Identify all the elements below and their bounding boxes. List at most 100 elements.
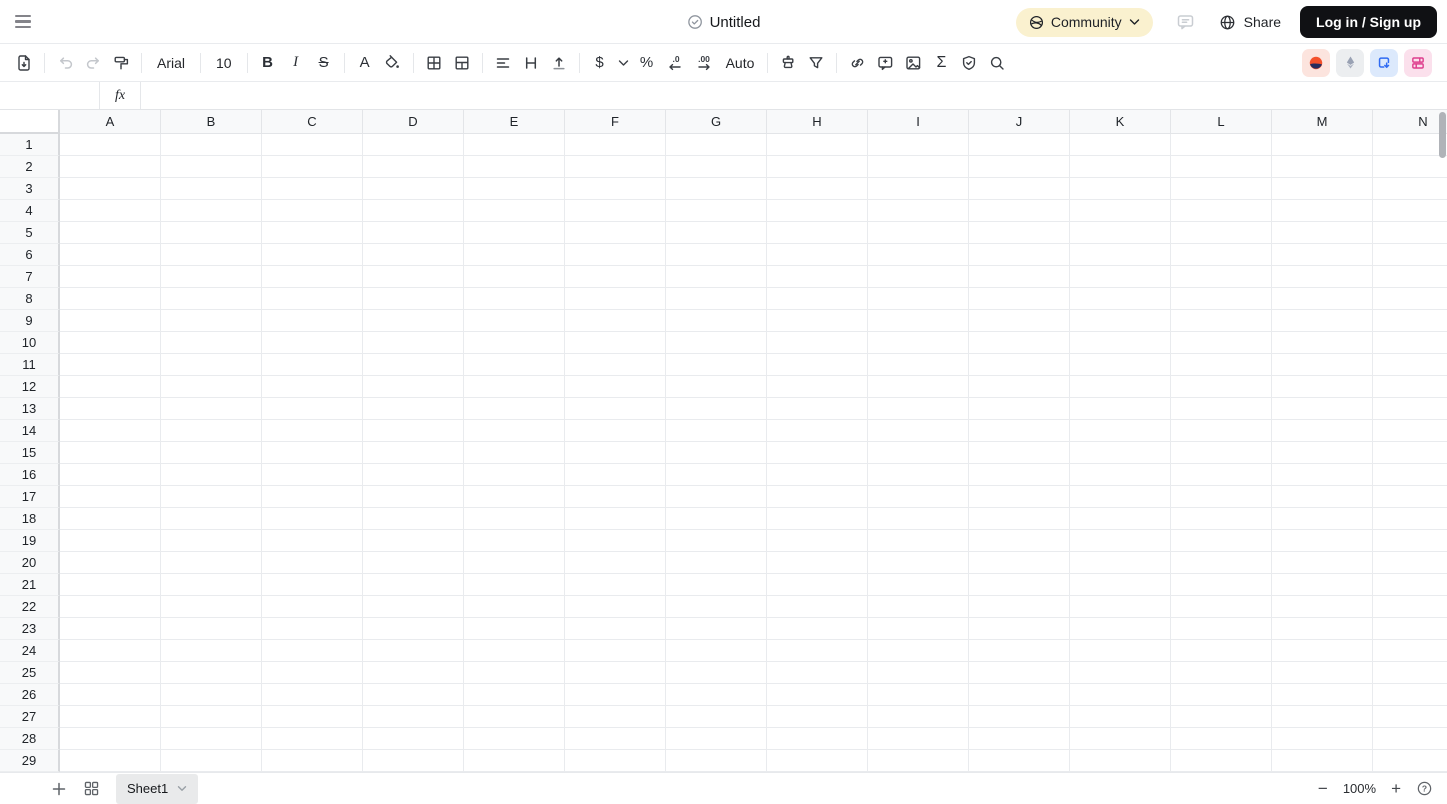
cell-C19[interactable] xyxy=(262,530,363,552)
sheet-menu-chevron-icon[interactable] xyxy=(177,785,187,792)
decrease-decimal-icon[interactable]: .0 xyxy=(661,50,689,76)
ethereum-plugin-button[interactable] xyxy=(1336,48,1364,77)
cell-I25[interactable] xyxy=(868,662,969,684)
cell-C12[interactable] xyxy=(262,376,363,398)
cell-B15[interactable] xyxy=(161,442,262,464)
cell-A15[interactable] xyxy=(60,442,161,464)
formula-input[interactable] xyxy=(141,82,1447,109)
cell-A23[interactable] xyxy=(60,618,161,640)
cell-H3[interactable] xyxy=(767,178,868,200)
cell-H1[interactable] xyxy=(767,134,868,156)
cell-A9[interactable] xyxy=(60,310,161,332)
column-header-H[interactable]: H xyxy=(767,110,868,134)
row-header-29[interactable]: 29 xyxy=(0,750,60,772)
cell-H18[interactable] xyxy=(767,508,868,530)
fill-color-icon[interactable] xyxy=(379,50,407,76)
cell-F24[interactable] xyxy=(565,640,666,662)
row-header-21[interactable]: 21 xyxy=(0,574,60,596)
cell-E23[interactable] xyxy=(464,618,565,640)
cell-L29[interactable] xyxy=(1171,750,1272,772)
cell-M11[interactable] xyxy=(1272,354,1373,376)
cell-G14[interactable] xyxy=(666,420,767,442)
cell-F22[interactable] xyxy=(565,596,666,618)
cell-A11[interactable] xyxy=(60,354,161,376)
cell-G24[interactable] xyxy=(666,640,767,662)
row-header-28[interactable]: 28 xyxy=(0,728,60,750)
cell-J1[interactable] xyxy=(969,134,1070,156)
cell-J6[interactable] xyxy=(969,244,1070,266)
cell-E7[interactable] xyxy=(464,266,565,288)
cell-K5[interactable] xyxy=(1070,222,1171,244)
cell-G15[interactable] xyxy=(666,442,767,464)
cell-I7[interactable] xyxy=(868,266,969,288)
cell-L18[interactable] xyxy=(1171,508,1272,530)
cell-N3[interactable] xyxy=(1373,178,1447,200)
cell-I28[interactable] xyxy=(868,728,969,750)
cell-E17[interactable] xyxy=(464,486,565,508)
row-header-9[interactable]: 9 xyxy=(0,310,60,332)
cell-D26[interactable] xyxy=(363,684,464,706)
cell-F14[interactable] xyxy=(565,420,666,442)
cell-K29[interactable] xyxy=(1070,750,1171,772)
cell-A28[interactable] xyxy=(60,728,161,750)
column-header-J[interactable]: J xyxy=(969,110,1070,134)
all-sheets-icon[interactable] xyxy=(78,776,104,802)
cell-N9[interactable] xyxy=(1373,310,1447,332)
cell-I22[interactable] xyxy=(868,596,969,618)
page-title[interactable]: Untitled xyxy=(710,14,761,31)
cell-N2[interactable] xyxy=(1373,156,1447,178)
cell-G13[interactable] xyxy=(666,398,767,420)
cell-I6[interactable] xyxy=(868,244,969,266)
cell-N1[interactable] xyxy=(1373,134,1447,156)
cell-C13[interactable] xyxy=(262,398,363,420)
cell-I11[interactable] xyxy=(868,354,969,376)
cell-L4[interactable] xyxy=(1171,200,1272,222)
cell-B2[interactable] xyxy=(161,156,262,178)
cell-L11[interactable] xyxy=(1171,354,1272,376)
cell-J2[interactable] xyxy=(969,156,1070,178)
cell-G20[interactable] xyxy=(666,552,767,574)
column-header-F[interactable]: F xyxy=(565,110,666,134)
cell-E1[interactable] xyxy=(464,134,565,156)
cell-L7[interactable] xyxy=(1171,266,1272,288)
cell-M13[interactable] xyxy=(1272,398,1373,420)
cell-A18[interactable] xyxy=(60,508,161,530)
cell-E11[interactable] xyxy=(464,354,565,376)
cell-J13[interactable] xyxy=(969,398,1070,420)
cell-N29[interactable] xyxy=(1373,750,1447,772)
cell-L17[interactable] xyxy=(1171,486,1272,508)
cell-C3[interactable] xyxy=(262,178,363,200)
search-icon[interactable] xyxy=(983,50,1011,76)
row-header-23[interactable]: 23 xyxy=(0,618,60,640)
cell-L22[interactable] xyxy=(1171,596,1272,618)
cell-K17[interactable] xyxy=(1070,486,1171,508)
cell-B28[interactable] xyxy=(161,728,262,750)
cell-M5[interactable] xyxy=(1272,222,1373,244)
zoom-level[interactable]: 100% xyxy=(1343,781,1376,796)
cell-C8[interactable] xyxy=(262,288,363,310)
cell-C20[interactable] xyxy=(262,552,363,574)
cell-F17[interactable] xyxy=(565,486,666,508)
cell-M18[interactable] xyxy=(1272,508,1373,530)
cell-F25[interactable] xyxy=(565,662,666,684)
column-header-G[interactable]: G xyxy=(666,110,767,134)
cell-H7[interactable] xyxy=(767,266,868,288)
cell-E19[interactable] xyxy=(464,530,565,552)
cell-A16[interactable] xyxy=(60,464,161,486)
cell-C11[interactable] xyxy=(262,354,363,376)
cell-B1[interactable] xyxy=(161,134,262,156)
menu-icon[interactable] xyxy=(15,8,43,36)
cell-E22[interactable] xyxy=(464,596,565,618)
cell-C22[interactable] xyxy=(262,596,363,618)
cell-G22[interactable] xyxy=(666,596,767,618)
cell-L23[interactable] xyxy=(1171,618,1272,640)
cell-C24[interactable] xyxy=(262,640,363,662)
cell-M9[interactable] xyxy=(1272,310,1373,332)
cell-L10[interactable] xyxy=(1171,332,1272,354)
cell-N24[interactable] xyxy=(1373,640,1447,662)
cell-K22[interactable] xyxy=(1070,596,1171,618)
cell-K16[interactable] xyxy=(1070,464,1171,486)
layout-plugin-button[interactable] xyxy=(1404,48,1432,77)
cell-J21[interactable] xyxy=(969,574,1070,596)
cell-G18[interactable] xyxy=(666,508,767,530)
